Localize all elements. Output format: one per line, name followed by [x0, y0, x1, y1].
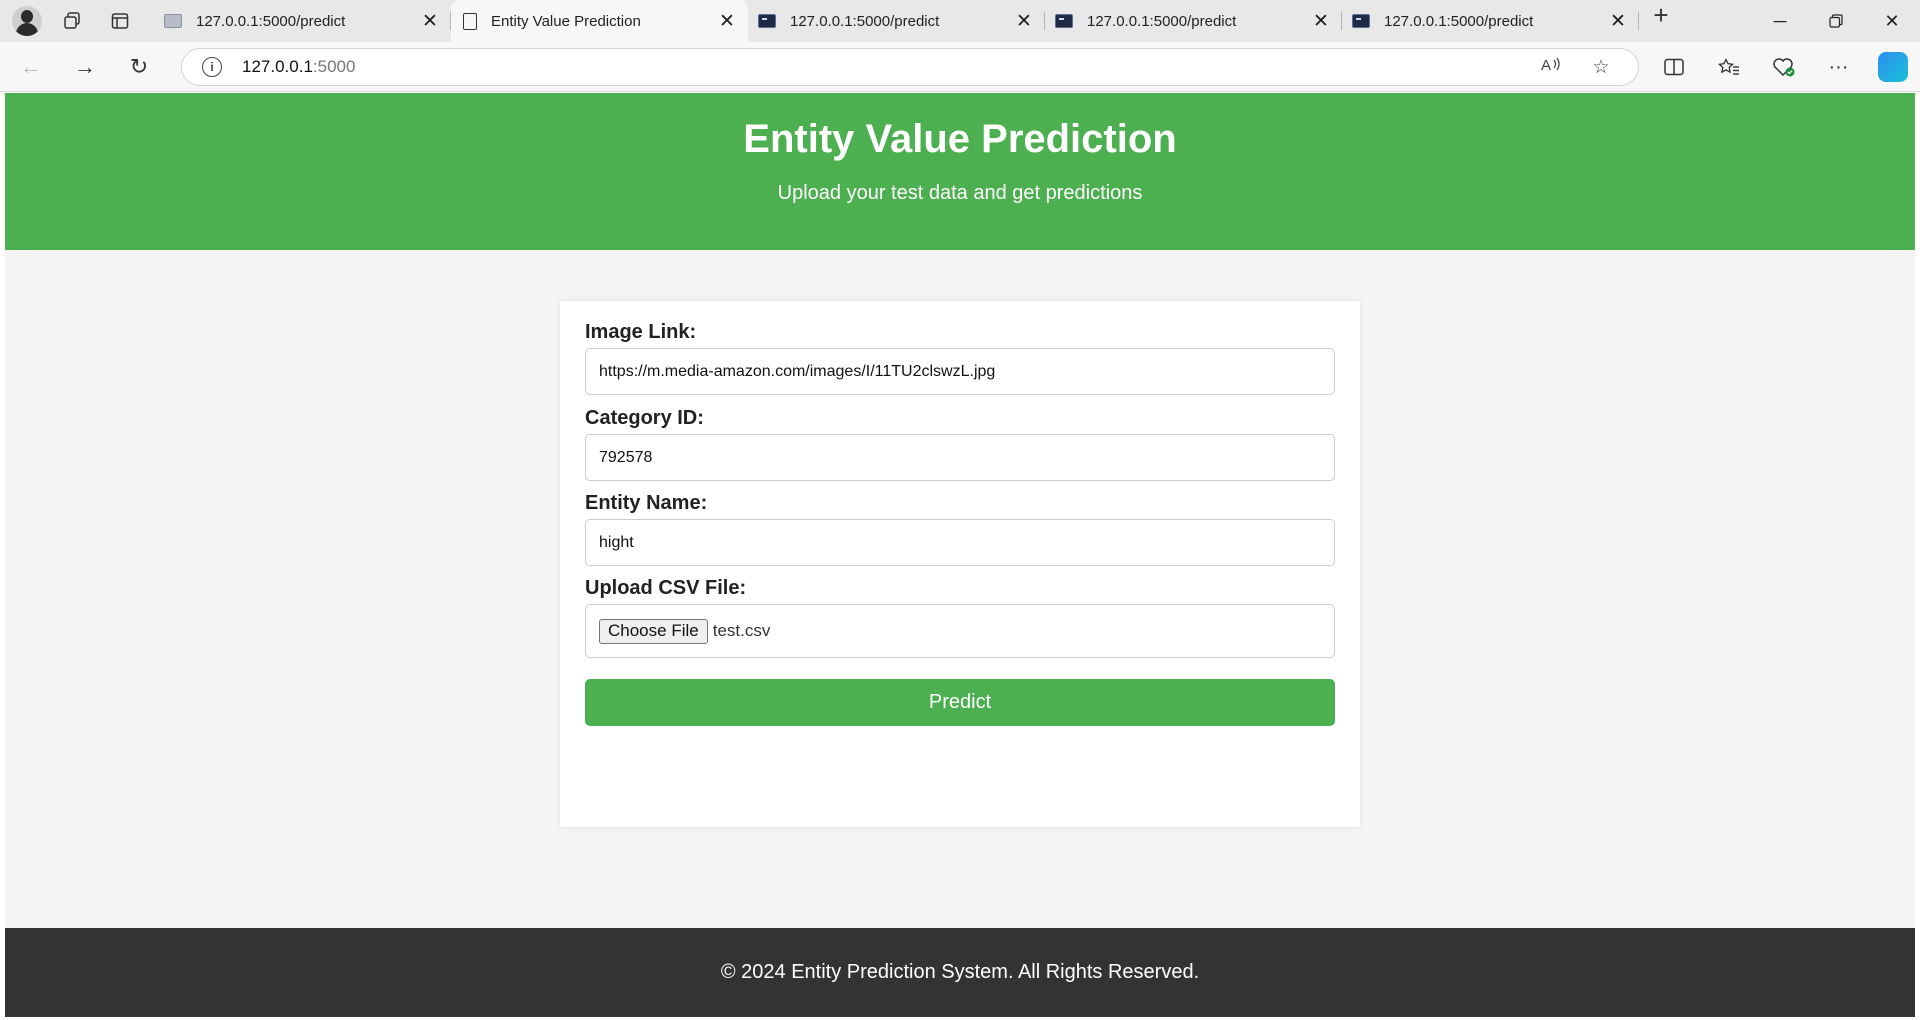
terminal-icon	[1352, 14, 1370, 28]
page-footer: © 2024 Entity Prediction System. All Rig…	[5, 928, 1915, 1017]
image-link-value: https://m.media-amazon.com/images/I/11TU…	[599, 362, 996, 380]
tab-title: 127.0.0.1:5000/predict	[196, 12, 346, 30]
upload-csv-label: Upload CSV File:	[585, 577, 747, 599]
favorite-star-icon[interactable]: ☆	[1576, 56, 1626, 79]
entity-name-label: Entity Name:	[585, 492, 708, 514]
category-id-value: 792578	[599, 448, 653, 466]
selected-file-name: test.csv	[712, 621, 771, 640]
page-subtitle: Upload your test data and get prediction…	[777, 182, 1143, 204]
web-page: Entity Value Prediction Upload your test…	[5, 93, 1915, 1017]
close-icon[interactable]: ✕	[1013, 10, 1035, 33]
tab-actions-icon[interactable]	[102, 5, 138, 37]
tab-predict-4[interactable]: 127.0.0.1:5000/predict ✕	[1342, 0, 1639, 42]
browser-toolbar: ← → ↻ i 127.0.0.1:5000 A ☆ ···	[0, 42, 1920, 92]
close-icon[interactable]: ✕	[716, 10, 738, 33]
category-id-label: Category ID:	[585, 407, 704, 429]
document-icon	[463, 12, 477, 30]
workspaces-icon[interactable]	[54, 5, 90, 37]
browser-tab-bar: 127.0.0.1:5000/predict ✕ Entity Value Pr…	[0, 0, 1920, 42]
csv-file-input[interactable]: Choose File test.csv	[585, 604, 1335, 658]
page-header: Entity Value Prediction Upload your test…	[5, 93, 1915, 250]
tab-title: 127.0.0.1:5000/predict	[1087, 12, 1237, 30]
choose-file-button[interactable]: Choose File	[599, 618, 708, 644]
terminal-icon	[1055, 14, 1073, 28]
tab-predict-2[interactable]: 127.0.0.1:5000/predict ✕	[748, 0, 1045, 42]
favorites-icon[interactable]	[1701, 48, 1756, 86]
window-controls: ─ ✕	[1752, 0, 1920, 42]
address-bar[interactable]: i 127.0.0.1:5000 A ☆	[181, 48, 1639, 86]
window-close-icon[interactable]: ✕	[1864, 0, 1920, 42]
svg-text:A: A	[1541, 57, 1551, 73]
restore-icon[interactable]	[1808, 0, 1864, 42]
tab-predict-3[interactable]: 127.0.0.1:5000/predict ✕	[1045, 0, 1342, 42]
predict-button[interactable]: Predict	[585, 679, 1335, 726]
tab-title: 127.0.0.1:5000/predict	[1384, 12, 1534, 30]
tab-strip: 127.0.0.1:5000/predict ✕ Entity Value Pr…	[154, 0, 1681, 42]
image-link-input[interactable]: https://m.media-amazon.com/images/I/11TU…	[585, 348, 1335, 395]
terminal-icon	[758, 14, 776, 28]
page-title: Entity Value Prediction	[743, 117, 1177, 161]
prediction-form: Image Link: https://m.media-amazon.com/i…	[560, 301, 1360, 827]
more-options-icon[interactable]: ···	[1811, 48, 1866, 86]
tab-title: 127.0.0.1:5000/predict	[790, 12, 940, 30]
tab-title: Entity Value Prediction	[491, 12, 641, 30]
copilot-icon[interactable]	[1878, 52, 1908, 82]
info-icon[interactable]: i	[202, 57, 222, 77]
url-text[interactable]: 127.0.0.1:5000	[242, 57, 355, 77]
read-aloud-icon[interactable]: A	[1526, 55, 1576, 79]
tab-entity-value-prediction[interactable]: Entity Value Prediction ✕	[451, 0, 748, 42]
category-id-input[interactable]: 792578	[585, 434, 1335, 481]
url-port: :5000	[312, 57, 356, 76]
image-link-label: Image Link:	[585, 321, 697, 343]
close-icon[interactable]: ✕	[1310, 10, 1332, 33]
browser-essentials-icon[interactable]	[1756, 48, 1811, 86]
minimize-icon[interactable]: ─	[1752, 0, 1808, 42]
close-icon[interactable]: ✕	[419, 10, 441, 33]
profile-avatar[interactable]	[12, 6, 42, 36]
entity-name-input[interactable]: hight	[585, 519, 1335, 566]
entity-name-value: hight	[599, 533, 634, 551]
split-screen-icon[interactable]	[1646, 48, 1701, 86]
new-tab-icon[interactable]: +	[1641, 0, 1681, 42]
url-host: 127.0.0.1	[242, 57, 313, 76]
back-arrow-icon[interactable]: ←	[8, 48, 54, 86]
gray-page-icon	[164, 14, 182, 28]
refresh-icon[interactable]: ↻	[116, 48, 162, 86]
forward-arrow-icon[interactable]: →	[62, 48, 108, 86]
tab-predict-1[interactable]: 127.0.0.1:5000/predict ✕	[154, 0, 451, 42]
close-icon[interactable]: ✕	[1607, 10, 1629, 33]
